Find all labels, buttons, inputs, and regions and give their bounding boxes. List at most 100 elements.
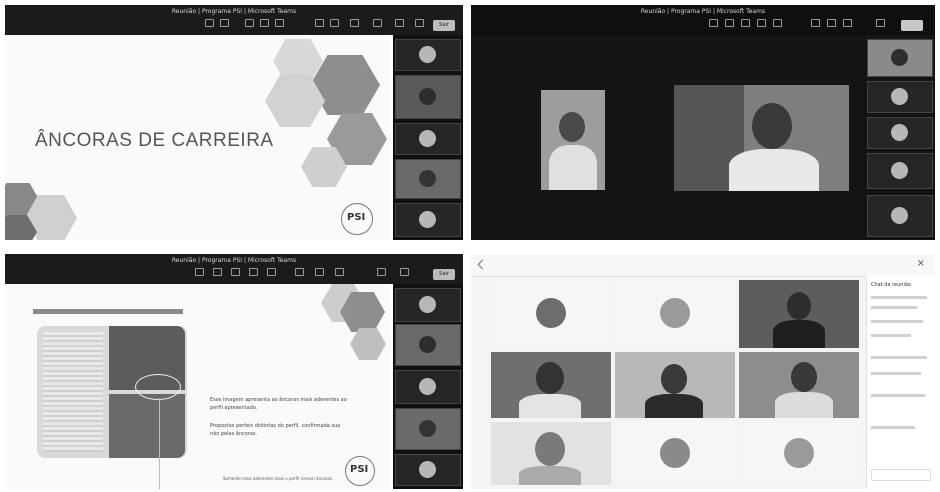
chat-icon[interactable] (205, 19, 214, 27)
avatar (419, 336, 436, 353)
chat-panel-title: Chat da reunião (871, 282, 911, 288)
participant-tile[interactable] (739, 422, 859, 485)
camera-icon[interactable] (811, 19, 820, 27)
leave-button[interactable]: Sair (433, 20, 455, 31)
camera-icon[interactable] (315, 19, 324, 27)
avatar (660, 438, 690, 468)
highlight-oval (135, 374, 181, 400)
people-icon[interactable] (213, 268, 222, 276)
react-icon[interactable] (245, 19, 254, 27)
participant-video[interactable] (739, 280, 859, 348)
participant-tile[interactable] (395, 203, 461, 237)
camera-icon[interactable] (373, 19, 382, 27)
mic-icon[interactable] (827, 19, 836, 27)
participant-tile[interactable] (395, 370, 461, 404)
share-icon[interactable] (350, 19, 359, 27)
view-icon[interactable] (260, 19, 269, 27)
teams-toolbar: Reunião | Programa PSI | Microsoft Teams… (5, 5, 463, 35)
participant-tile[interactable] (867, 39, 933, 77)
psi-logo: PSI (345, 456, 375, 486)
participant-tile[interactable] (395, 288, 461, 322)
participant-sidebar (865, 35, 935, 240)
participant-tile[interactable] (867, 81, 933, 113)
avatar (891, 162, 908, 179)
teams-toolbar: Reunião | Programa PSI | Microsoft Teams (471, 5, 935, 35)
participant-video (541, 90, 605, 190)
avatar (536, 298, 566, 328)
avatar (419, 88, 436, 105)
avatar (419, 46, 436, 63)
share-icon[interactable] (415, 19, 424, 27)
view-icon[interactable] (757, 19, 766, 27)
participant-tile[interactable] (395, 324, 461, 366)
anchors-diagram (37, 326, 187, 489)
close-icon[interactable]: × (917, 258, 925, 269)
mic-icon[interactable] (315, 268, 324, 276)
screenshot-slide-share: Reunião | Programa PSI | Microsoft Teams… (5, 5, 463, 240)
mic-icon[interactable] (400, 268, 409, 276)
mic-icon[interactable] (330, 19, 339, 27)
avatar (891, 124, 908, 141)
chat-message (871, 426, 915, 429)
share-icon[interactable] (843, 19, 852, 27)
participant-video[interactable] (615, 352, 735, 418)
slide-text-1: Esse imagem apresenta as âncoras mais ad… (210, 397, 347, 411)
participant-tile[interactable] (867, 117, 933, 149)
participant-tile[interactable] (867, 153, 933, 189)
more-icon[interactable] (267, 268, 276, 276)
speaker-video (674, 85, 849, 191)
participant-tile[interactable] (395, 123, 461, 155)
chat-icon[interactable] (195, 268, 204, 276)
participant-video[interactable] (491, 352, 611, 418)
mic-icon[interactable] (395, 19, 404, 27)
people-icon[interactable] (220, 19, 229, 27)
logo-text: PSI (347, 212, 366, 223)
avatar (419, 296, 436, 313)
participant-tile[interactable] (867, 195, 933, 237)
participant-tile[interactable] (395, 39, 461, 71)
avatar (891, 207, 908, 224)
participant-tile[interactable] (615, 280, 735, 348)
chat-message (871, 306, 917, 309)
share-icon[interactable] (876, 19, 885, 27)
participant-tile[interactable] (395, 159, 461, 199)
slide: ÂNCORAS DE CARREIRA PSI (5, 35, 390, 240)
chat-message (871, 394, 925, 397)
participant-sidebar (393, 284, 463, 489)
window-title: Reunião | Programa PSI | Microsoft Teams (171, 8, 297, 15)
participant-tile[interactable] (395, 408, 461, 450)
screenshot-video-call: Reunião | Programa PSI | Microsoft Teams (471, 5, 935, 240)
back-icon[interactable] (477, 259, 488, 270)
screenshot-slide-anchors: Reunião | Programa PSI | Microsoft Teams… (5, 254, 463, 489)
chat-icon[interactable] (709, 19, 718, 27)
participant-tile[interactable] (615, 422, 735, 485)
more-icon[interactable] (773, 19, 782, 27)
avatar (660, 298, 690, 328)
leave-button[interactable] (901, 20, 923, 31)
window-title: Reunião | Programa PSI | Microsoft Teams (171, 257, 297, 264)
participant-video[interactable] (491, 422, 611, 485)
more-icon[interactable] (275, 19, 284, 27)
avatar (419, 461, 436, 478)
participant-video[interactable] (739, 352, 859, 418)
participant-tile[interactable] (491, 280, 611, 348)
chat-message (871, 320, 923, 323)
view-icon[interactable] (249, 268, 258, 276)
share-icon[interactable] (335, 268, 344, 276)
slide-callout: Somente mais aderentes mais o perfil (ce… (223, 476, 334, 481)
avatar (419, 211, 436, 228)
chat-panel: Chat da reunião (866, 276, 935, 489)
leave-button[interactable]: Sair (433, 269, 455, 280)
react-icon[interactable] (231, 268, 240, 276)
camera-icon[interactable] (377, 268, 386, 276)
people-icon[interactable] (725, 19, 734, 27)
slide-title: ÂNCORAS DE CARREIRA (35, 130, 274, 151)
gallery-topbar: × (471, 254, 935, 277)
chat-message (871, 356, 927, 359)
camera-icon[interactable] (295, 268, 304, 276)
psi-logo: PSI (341, 203, 373, 235)
participant-tile[interactable] (395, 75, 461, 119)
react-icon[interactable] (741, 19, 750, 27)
participant-tile[interactable] (395, 454, 461, 486)
chat-compose-box[interactable] (871, 469, 931, 481)
